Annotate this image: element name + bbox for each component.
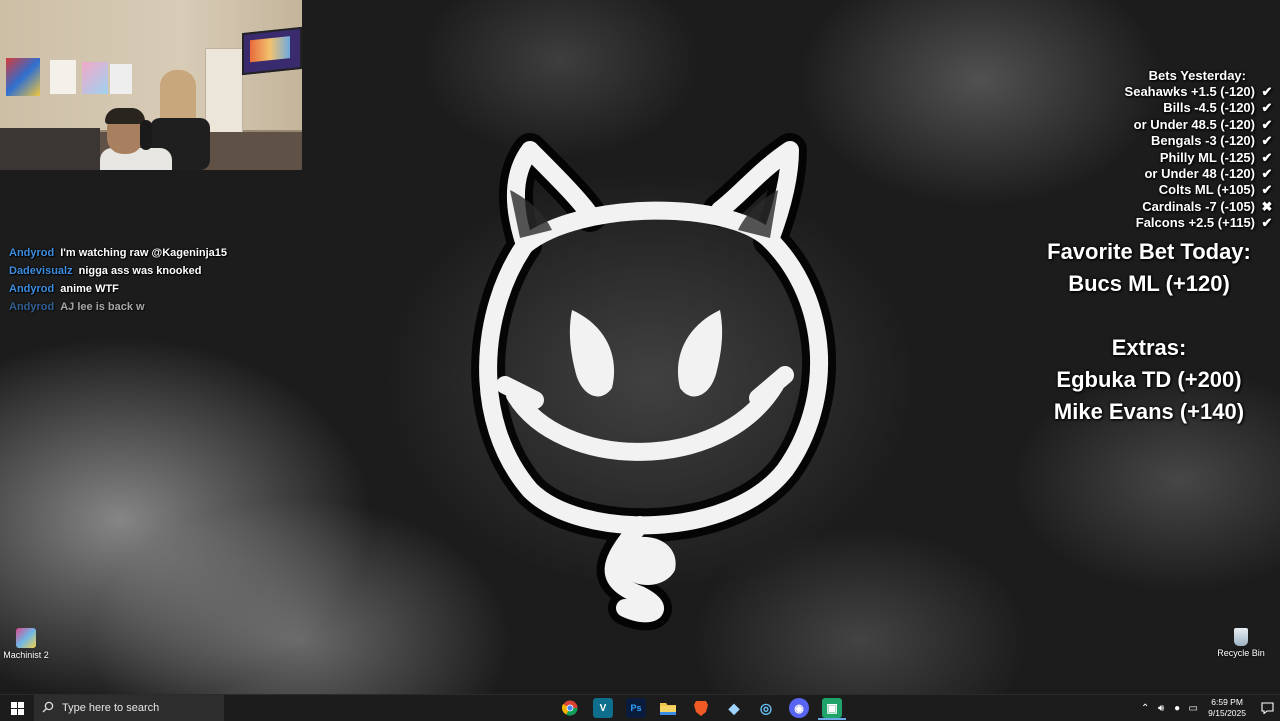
- vs-icon[interactable]: V: [593, 698, 613, 718]
- search-placeholder: Type here to search: [62, 702, 160, 714]
- search-icon: [42, 701, 54, 716]
- check-icon: ✔: [1261, 100, 1273, 116]
- chat-message: Dadevisualz nigga ass was knooked: [9, 262, 309, 280]
- chat-message: Andyrod anime WTF: [9, 280, 309, 298]
- bet-row: Seahawks +1.5 (-120) ✔: [996, 84, 1276, 100]
- bet-row: Bengals -3 (-120) ✔: [996, 133, 1276, 149]
- check-icon: ✔: [1261, 182, 1273, 198]
- bet-text: Bengals -3 (-120): [1150, 133, 1255, 149]
- bet-text: Bills -4.5 (-120): [1163, 100, 1255, 116]
- obs-style-icon[interactable]: ▣: [822, 698, 842, 718]
- desk-clutter: [0, 128, 100, 170]
- bet-text: Philly ML (-125): [1159, 149, 1255, 165]
- notification-icon[interactable]: [1254, 695, 1280, 721]
- extra-bet: Mike Evans (+140): [1053, 399, 1245, 424]
- check-icon: ✔: [1261, 166, 1273, 182]
- brave-icon[interactable]: [691, 698, 711, 718]
- bets-yesterday-panel: Bets Yesterday: Seahawks +1.5 (-120) ✔ Bi…: [996, 67, 1276, 232]
- windows-logo-icon: [10, 701, 24, 715]
- favorite-bet-value: Bucs ML (+120): [1068, 271, 1230, 296]
- chat-message: Andyrod I'm watching raw @Kageninja15: [9, 244, 309, 262]
- check-icon: ✔: [1261, 133, 1273, 149]
- bet-row: Philly ML (-125) ✔: [996, 150, 1276, 166]
- chat-text: anime WTF: [60, 283, 119, 295]
- check-icon: ✔: [1261, 215, 1273, 231]
- headphones: [140, 120, 152, 150]
- chat-username: Dadevisualz: [9, 265, 73, 277]
- steam-icon[interactable]: ◎: [756, 698, 776, 718]
- webcam-overlay: [0, 0, 302, 170]
- bet-text: Colts ML (+105): [1158, 182, 1255, 198]
- desktop-icon-label: Machinist 2: [3, 650, 49, 660]
- door: [205, 48, 243, 142]
- extras-title: Extras:: [1111, 335, 1187, 360]
- clock-date: 9/15/2025: [1208, 708, 1246, 718]
- streamer-hair: [105, 108, 145, 124]
- desktop-icon-machinist[interactable]: Machinist 2: [0, 628, 56, 660]
- devil-smiley-wallpaper-art: [471, 133, 837, 631]
- favorite-bet-panel: Favorite Bet Today: Bucs ML (+120) Extra…: [1030, 236, 1268, 428]
- network-icon[interactable]: ▭: [1186, 703, 1200, 714]
- wall-tv: [242, 26, 302, 76]
- microphone-icon[interactable]: ●: [1170, 703, 1184, 714]
- favorite-bet-title: Favorite Bet Today:: [1047, 239, 1251, 264]
- wall-art: [82, 62, 108, 94]
- chat-text: I'm watching raw @Kageninja15: [60, 247, 228, 259]
- bet-row: Colts ML (+105) ✔: [996, 182, 1276, 198]
- taskbar: Type here to search V Ps ◆ ◎ ◉ ▣ ⌃ 🔊︎ ● …: [0, 694, 1280, 721]
- bet-row: Cardinals -7 (-105) ✖: [996, 199, 1276, 215]
- bet-row: or Under 48 (-120) ✔: [996, 166, 1276, 182]
- extra-bet: Egbuka TD (+200): [1056, 367, 1242, 392]
- desktop-icon-label: Recycle Bin: [1217, 648, 1265, 658]
- check-icon: ✔: [1261, 84, 1273, 99]
- chevron-up-icon[interactable]: ⌃: [1138, 703, 1152, 714]
- bet-text: Falcons +2.5 (+115): [1135, 215, 1255, 231]
- volume-icon[interactable]: 🔊︎: [1154, 703, 1168, 714]
- cross-icon: ✖: [1261, 198, 1273, 214]
- streamer-shirt: [100, 148, 172, 170]
- system-tray: ⌃ 🔊︎ ● ▭ 6:59 PM 9/15/2025: [1138, 695, 1280, 721]
- chat-username: Andyrod: [9, 247, 55, 259]
- wall-art: [50, 60, 76, 94]
- bet-row: Bills -4.5 (-120) ✔: [996, 100, 1276, 116]
- bet-row: or Under 48.5 (-120) ✔: [996, 117, 1276, 133]
- start-button[interactable]: [0, 695, 34, 721]
- bet-text: Cardinals -7 (-105): [1142, 198, 1255, 214]
- chat-text: nigga ass was knooked: [78, 265, 202, 277]
- chat-username: Andyrod: [9, 301, 55, 313]
- check-icon: ✔: [1261, 116, 1273, 132]
- taskbar-clock[interactable]: 6:59 PM 9/15/2025: [1208, 697, 1246, 719]
- check-icon: ✔: [1261, 149, 1273, 165]
- discord-icon[interactable]: ◉: [789, 698, 809, 718]
- wall-art: [6, 58, 40, 96]
- chat-overlay: Andyrod I'm watching raw @Kageninja15 Dad…: [9, 244, 309, 316]
- chat-message: Andyrod AJ lee is back w: [9, 298, 309, 316]
- taskbar-search-box[interactable]: Type here to search: [34, 695, 224, 721]
- recycle-bin-icon: [1234, 628, 1248, 646]
- game-launcher-icon[interactable]: ◆: [724, 698, 744, 718]
- chat-text: AJ lee is back w: [60, 301, 145, 313]
- bet-text: or Under 48.5 (-120): [1133, 116, 1255, 132]
- photoshop-icon[interactable]: Ps: [626, 698, 646, 718]
- wall-art: [110, 64, 132, 94]
- bet-text: Seahawks +1.5 (-120): [1124, 84, 1255, 99]
- desktop-icon-recycle-bin[interactable]: Recycle Bin: [1211, 628, 1271, 658]
- file-explorer-icon[interactable]: [658, 698, 678, 718]
- bets-yesterday-title: Bets Yesterday:: [1148, 68, 1246, 83]
- bet-text: or Under 48 (-120): [1144, 166, 1255, 182]
- machinist-icon: [16, 628, 36, 648]
- bet-row: Falcons +2.5 (+115) ✔: [996, 215, 1276, 231]
- chrome-icon[interactable]: [560, 698, 580, 718]
- clock-time: 6:59 PM: [1211, 697, 1243, 707]
- chat-username: Andyrod: [9, 283, 55, 295]
